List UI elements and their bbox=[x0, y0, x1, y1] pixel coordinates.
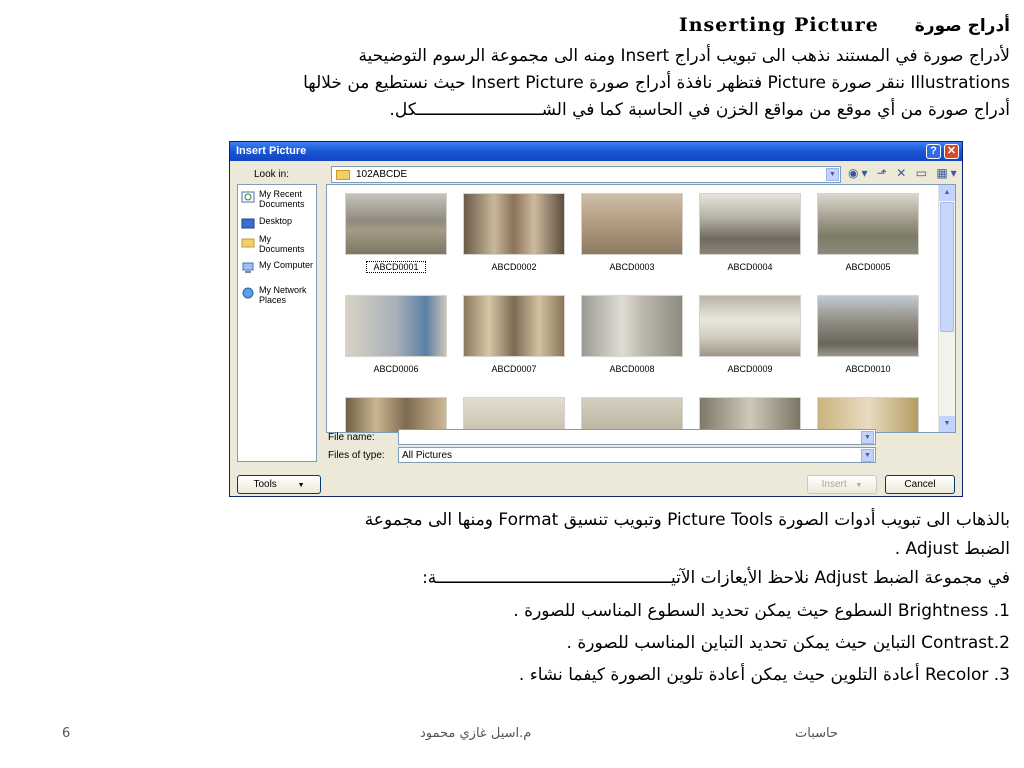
thumbnail-image bbox=[463, 295, 565, 357]
new-folder-icon[interactable]: ▭ bbox=[916, 166, 930, 180]
file-list[interactable]: ABCD0001 ABCD0002 ABCD0003 ABCD0004 ABCD… bbox=[326, 184, 956, 433]
chevron-down-icon: ▼ bbox=[855, 482, 863, 489]
my-computer-icon bbox=[242, 262, 254, 273]
chevron-down-icon[interactable]: ▼ bbox=[861, 449, 874, 462]
body-line-3: في مجموعة الضبط Adjust نلاحظ الأيعازات ا… bbox=[422, 568, 1010, 588]
body-line-1: بالذهاب الى تبويب أدوات الصورة Picture T… bbox=[364, 510, 1010, 530]
files-of-type-label: Files of type: bbox=[328, 450, 385, 461]
chevron-down-icon[interactable]: ▼ bbox=[861, 431, 874, 444]
dialog-title: Insert Picture bbox=[236, 145, 307, 157]
file-caption: ABCD0007 bbox=[491, 364, 537, 374]
back-icon[interactable]: ◉▾ bbox=[848, 166, 871, 180]
thumbnail-image bbox=[463, 193, 565, 255]
file-caption: ABCD0006 bbox=[373, 364, 419, 374]
intro-line-2: Illustrations ننقر صورة Picture فتظهر نا… bbox=[303, 73, 1010, 93]
up-folder-icon[interactable]: ⬏ bbox=[877, 166, 890, 180]
chevron-down-icon[interactable]: ▼ bbox=[826, 168, 839, 181]
cancel-label: Cancel bbox=[904, 479, 936, 490]
look-in-value: 102ABCDE bbox=[356, 169, 408, 180]
place-label: My Network Places bbox=[259, 285, 307, 305]
views-icon[interactable]: ▦▾ bbox=[936, 166, 959, 180]
file-caption: ABCD0009 bbox=[727, 364, 773, 374]
thumbnail-image bbox=[463, 397, 565, 432]
scroll-down-icon[interactable]: ▼ bbox=[939, 416, 955, 432]
file-caption: ABCD0003 bbox=[609, 262, 655, 272]
thumbnail-image bbox=[345, 397, 447, 432]
scroll-up-icon[interactable]: ▲ bbox=[939, 185, 955, 201]
places-bar: My Recent Documents Desktop My Documents… bbox=[237, 184, 317, 462]
file-name-input[interactable]: ▼ bbox=[398, 429, 876, 445]
thumbnail-image bbox=[699, 193, 801, 255]
place-label: My Recent Documents bbox=[259, 189, 305, 209]
body-line-2: الضبط Adjust . bbox=[894, 539, 1010, 559]
desktop-icon bbox=[241, 218, 255, 229]
list-item-recolor: Recolor .3 أعادة التلوين حيث يمكن أعادة … bbox=[518, 665, 1010, 685]
thumbnail-image bbox=[817, 295, 919, 357]
folder-icon bbox=[336, 170, 350, 180]
file-name-label: File name: bbox=[328, 432, 375, 443]
dialog-toolbar: ◉▾ ⬏ ✕ ▭ ▦▾ bbox=[848, 166, 960, 180]
look-in-label: Look in: bbox=[254, 169, 290, 180]
recent-documents-icon bbox=[241, 191, 255, 203]
look-in-dropdown[interactable]: 102ABCDE ▼ bbox=[331, 166, 841, 183]
thumbnail-image bbox=[581, 295, 683, 357]
file-caption: ABCD0005 bbox=[845, 262, 891, 272]
chevron-down-icon: ▼ bbox=[297, 482, 305, 489]
footer-author: م.اسيل غازي محمود bbox=[420, 726, 532, 741]
cancel-button[interactable]: Cancel bbox=[885, 475, 955, 494]
place-label: Desktop bbox=[259, 216, 293, 226]
dialog-titlebar[interactable]: Insert Picture ? ✕ bbox=[230, 142, 962, 161]
thumbnail-image bbox=[817, 193, 919, 255]
footer-course: حاسبات bbox=[795, 726, 839, 741]
help-button[interactable]: ? bbox=[926, 144, 941, 159]
insert-label: Insert bbox=[821, 479, 847, 490]
list-item-brightness: Brightness .1 السطوع حيث يمكن تحديد السط… bbox=[513, 601, 1010, 621]
tools-label: Tools bbox=[253, 479, 277, 490]
my-documents-icon bbox=[241, 238, 255, 248]
tools-button[interactable]: Tools ▼ bbox=[237, 475, 321, 494]
thumbnail-image bbox=[699, 397, 801, 432]
insert-button[interactable]: Insert ▼ bbox=[807, 475, 877, 494]
close-button[interactable]: ✕ bbox=[944, 144, 959, 159]
intro-line-3: أدراج صورة من أي موقع من مواقع الخزن في … bbox=[389, 100, 1010, 120]
file-caption: ABCD0002 bbox=[491, 262, 537, 272]
network-places-icon bbox=[242, 287, 254, 299]
thumbnail-image bbox=[581, 397, 683, 432]
page-number: 6 bbox=[62, 726, 71, 741]
thumbnail-image bbox=[699, 295, 801, 357]
thumbnail-image bbox=[817, 397, 919, 432]
file-list-scrollbar[interactable]: ▲ ▼ bbox=[938, 185, 955, 432]
file-caption: ABCD0008 bbox=[609, 364, 655, 374]
file-caption: ABCD0010 bbox=[845, 364, 891, 374]
intro-line-1: لأدراج صورة في المستند نذهب الى تبويب أد… bbox=[358, 46, 1010, 66]
thumbnail-image bbox=[581, 193, 683, 255]
place-label: My Documents bbox=[259, 234, 305, 254]
files-of-type-dropdown[interactable]: All Pictures ▼ bbox=[398, 447, 876, 463]
thumbnail-image bbox=[345, 295, 447, 357]
heading: أدراج صورة Inserting Picture bbox=[679, 14, 1010, 36]
place-label: My Computer bbox=[259, 260, 314, 270]
file-caption: ABCD0001 bbox=[366, 261, 426, 273]
file-caption: ABCD0004 bbox=[727, 262, 773, 272]
delete-icon[interactable]: ✕ bbox=[896, 166, 909, 180]
heading-arabic: أدراج صورة bbox=[914, 16, 1010, 36]
scrollbar-thumb[interactable] bbox=[940, 202, 954, 332]
files-of-type-value: All Pictures bbox=[402, 450, 453, 461]
insert-picture-dialog: Insert Picture ? ✕ Look in: 102ABCDE ▼ ◉… bbox=[229, 141, 963, 497]
thumbnail-image bbox=[345, 193, 447, 255]
list-item-contrast: Contrast.2 التباين حيث يمكن تحديد التباي… bbox=[566, 633, 1010, 653]
heading-english: Inserting Picture bbox=[678, 14, 879, 36]
